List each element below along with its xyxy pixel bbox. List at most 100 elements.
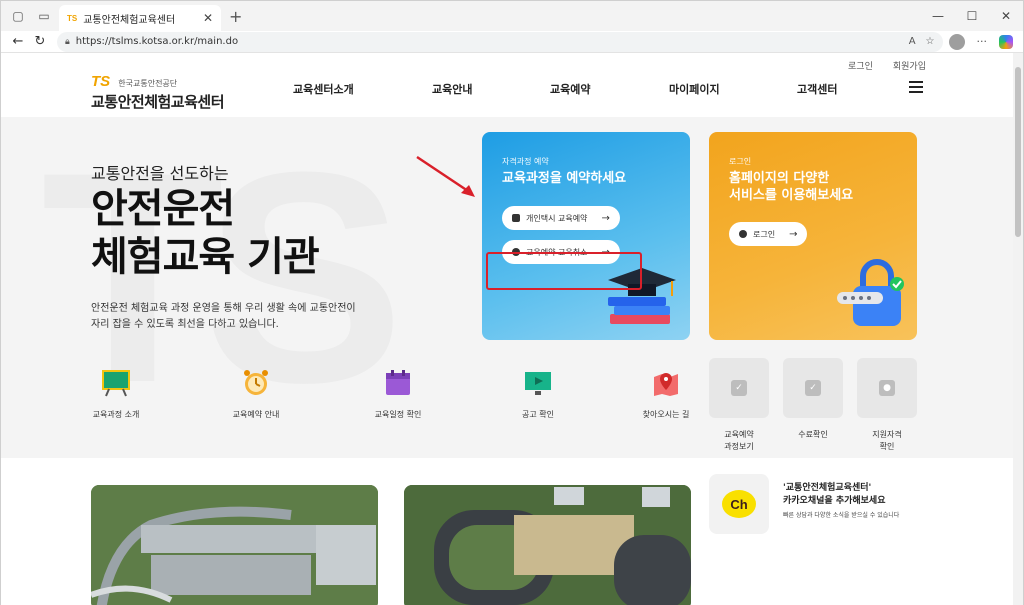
quick-links: 교육과정 소개 교육예약 안내 교육일정 확인 공고 확인 찾아오시는 길 xyxy=(91,369,701,429)
favorite-star-icon[interactable]: ☆ xyxy=(926,36,935,47)
kakao-description: 빠른 상담과 다양한 소식을 받으실 수 있습니다 xyxy=(783,512,900,519)
hero-title-line2: 체험교육 기관 xyxy=(91,234,320,280)
login-card: 로그인 홈페이지의 다양한 서비스를 이용해보세요 로그인 → xyxy=(709,132,917,340)
top-links: 로그인 회원가입 xyxy=(848,59,926,72)
hero-desc-line1: 안전운전 체험교육 과정 운영을 통해 우리 생활 속에 교통안전이 xyxy=(91,303,356,314)
mini-card-completion[interactable]: ✓ xyxy=(783,358,843,418)
scrollbar-thumb[interactable] xyxy=(1015,67,1021,237)
mini-card-label-line1: 수료확인 xyxy=(798,430,828,439)
quick-link-label: 교육일정 확인 xyxy=(374,410,422,419)
tab-bar: ▢ ▭ TS 교통안전체험교육센터 ✕ + — ☐ ✕ xyxy=(1,1,1023,31)
quick-link-course-intro[interactable]: 교육과정 소개 xyxy=(81,369,151,420)
reserve-card-title: 교육과정을 예약하세요 xyxy=(502,171,627,186)
quick-link-schedule[interactable]: 교육일정 확인 xyxy=(363,369,433,420)
url-input[interactable]: 🔒︎ https://tslms.kotsa.or.kr/main.do A ☆ xyxy=(57,31,943,52)
maximize-icon[interactable]: ☐ xyxy=(955,1,989,31)
address-bar-row: ← ↻ 🔒︎ https://tslms.kotsa.or.kr/main.do… xyxy=(1,31,1023,53)
kakao-channel-button[interactable]: Ch xyxy=(709,474,769,534)
highlight-box xyxy=(486,252,642,290)
tab-actions-icon[interactable]: ▭ xyxy=(33,5,55,27)
lock-icon[interactable]: 🔒︎ xyxy=(65,37,70,47)
mini-card-eligibility[interactable]: ● xyxy=(857,358,917,418)
personal-taxi-reserve-button[interactable]: 개인택시 교육예약 → xyxy=(502,206,620,230)
url-text: https://tslms.kotsa.or.kr/main.do xyxy=(75,36,239,47)
red-arrow-icon xyxy=(416,155,475,197)
read-aloud-icon[interactable]: A xyxy=(909,36,916,47)
bottom-section: Ch '교통안전체험교육센터' 카카오채널을 추가해보세요 빠른 상담과 다양한… xyxy=(1,458,1014,605)
signup-link[interactable]: 회원가입 xyxy=(893,59,926,72)
mini-card-label-line1: 지원자격 xyxy=(872,430,902,439)
padlock-icon xyxy=(837,259,904,326)
nav-center-intro[interactable]: 교육센터소개 xyxy=(293,81,432,97)
quick-link-reserve-guide[interactable]: 교육예약 안내 xyxy=(221,369,291,420)
hamburger-menu-icon[interactable] xyxy=(909,81,923,96)
user-card-icon: ● xyxy=(879,380,895,396)
kakao-title-line2: 카카오채널을 추가해보세요 xyxy=(783,496,886,506)
web-page: 로그인 회원가입 TS 한국교통안전공단 교통안전체험교육센터 교육센터소개 교… xyxy=(1,53,1014,605)
refresh-icon[interactable]: ↻ xyxy=(29,34,51,49)
quick-link-label: 교육예약 안내 xyxy=(232,410,280,419)
arrow-right-icon: → xyxy=(601,212,610,224)
track-aerial-image-icon xyxy=(91,485,378,605)
page-scrollbar[interactable] xyxy=(1013,53,1023,605)
login-dot-icon xyxy=(739,230,747,238)
hero-description: 안전운전 체험교육 과정 운영을 통해 우리 생활 속에 교통안전이 자리 잡을… xyxy=(91,301,391,333)
calendar-icon xyxy=(386,370,410,395)
back-icon[interactable]: ← xyxy=(7,34,29,49)
hero-subtitle: 교통안전을 선도하는 xyxy=(91,164,229,183)
nav-edu-reserve[interactable]: 교육예약 xyxy=(550,81,669,97)
minimize-icon[interactable]: — xyxy=(921,1,955,31)
more-menu-icon[interactable]: ··· xyxy=(977,35,988,48)
login-card-eyebrow: 로그인 xyxy=(729,157,752,166)
personal-taxi-reserve-label: 개인택시 교육예약 xyxy=(526,213,588,223)
calendar-small-icon xyxy=(512,214,520,222)
kakao-channel-icon: Ch xyxy=(722,490,756,518)
workspaces-icon[interactable]: ▢ xyxy=(7,5,29,27)
main-nav: 교육센터소개 교육안내 교육예약 마이페이지 고객센터 xyxy=(293,81,837,97)
mini-card-label: 지원자격 확인 xyxy=(852,429,922,453)
login-link[interactable]: 로그인 xyxy=(848,59,873,72)
site-logo[interactable]: TS 한국교통안전공단 교통안전체험교육센터 xyxy=(91,71,225,112)
copilot-icon[interactable] xyxy=(999,34,1013,49)
hero-desc-line2: 자리 잡을 수 있도록 최선을 다하고 있습니다. xyxy=(91,319,279,330)
monitor-icon xyxy=(525,372,551,395)
reserve-card: 자격과정 예약 교육과정을 예약하세요 개인택시 교육예약 → 교육예약 교육취… xyxy=(482,132,690,340)
nav-mypage[interactable]: 마이페이지 xyxy=(669,81,797,97)
login-card-title-line2: 서비스를 이용해보세요 xyxy=(729,188,854,203)
quick-link-directions[interactable]: 찾아오시는 길 xyxy=(631,369,701,420)
alarm-clock-icon xyxy=(244,370,268,395)
quick-link-label: 공고 확인 xyxy=(522,410,554,419)
training-track-map-2[interactable] xyxy=(404,485,691,605)
profile-avatar-icon[interactable] xyxy=(948,33,965,50)
hero-title-line1: 안전운전 xyxy=(91,186,235,232)
mini-card-label: 교육예약 과정보기 xyxy=(704,429,774,453)
training-track-map-1[interactable] xyxy=(91,485,378,605)
nav-edu-info[interactable]: 교육안내 xyxy=(432,81,550,97)
close-window-icon[interactable]: ✕ xyxy=(989,1,1023,31)
login-card-title: 홈페이지의 다양한 서비스를 이용해보세요 xyxy=(729,170,853,204)
mini-card-label-line2: 확인 xyxy=(879,442,895,451)
logo-org: 한국교통안전공단 xyxy=(118,79,178,88)
browser-window: ▢ ▭ TS 교통안전체험교육센터 ✕ + — ☐ ✕ ← ↻ 🔒︎ https… xyxy=(0,0,1024,605)
quick-link-label: 찾아오시는 길 xyxy=(642,410,690,419)
map-pin-icon xyxy=(654,373,678,396)
nav-customer-center[interactable]: 고객센터 xyxy=(797,81,837,97)
mini-card-reserve-course[interactable]: ✓ xyxy=(709,358,769,418)
logo-mark: TS xyxy=(91,73,111,90)
login-button[interactable]: 로그인 → xyxy=(729,222,808,246)
favicon: TS xyxy=(67,13,78,23)
track-aerial-image-icon xyxy=(404,485,691,605)
browser-tab[interactable]: TS 교통안전체험교육센터 ✕ xyxy=(59,5,221,31)
new-tab-icon[interactable]: + xyxy=(229,7,242,26)
mini-card-label-line2: 과정보기 xyxy=(724,442,754,451)
kakao-title-line1: '교통안전체험교육센터' xyxy=(783,483,872,493)
kakao-title: '교통안전체험교육센터' 카카오채널을 추가해보세요 xyxy=(783,482,886,508)
window-controls: — ☐ ✕ xyxy=(921,1,1023,31)
mini-card-label-line1: 교육예약 xyxy=(724,430,754,439)
tab-title: 교통안전체험교육센터 xyxy=(83,14,176,26)
close-tab-icon[interactable]: ✕ xyxy=(203,11,213,25)
reserve-card-eyebrow: 자격과정 예약 xyxy=(502,157,549,166)
calendar-check-icon: ✓ xyxy=(731,380,747,396)
arrow-right-icon: → xyxy=(789,228,798,240)
quick-link-notice[interactable]: 공고 확인 xyxy=(503,369,573,420)
